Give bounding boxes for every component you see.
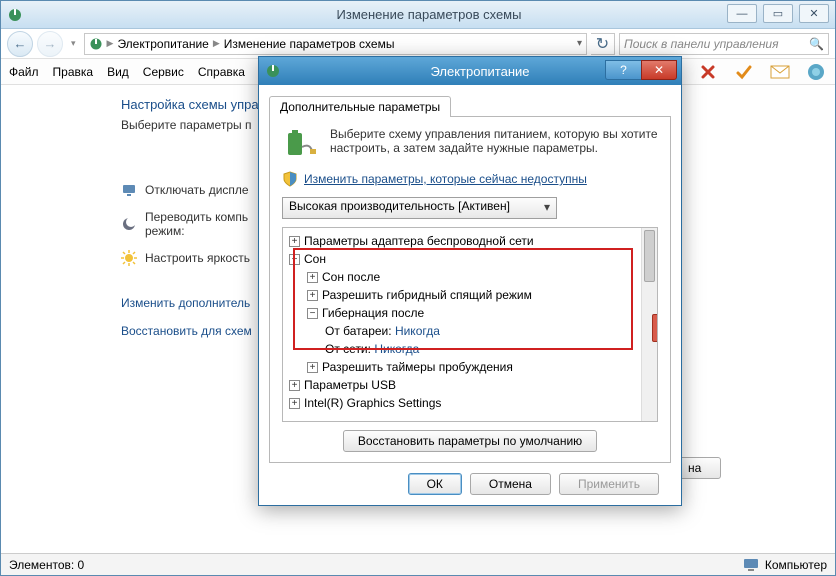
close-button[interactable]: ✕ (799, 4, 829, 23)
tree-item[interactable]: Параметры адаптера беспроводной сети (304, 234, 534, 248)
window-titlebar[interactable]: Изменение параметров схемы — ▭ ✕ (1, 1, 835, 29)
tree-label: От сети: (325, 342, 371, 356)
maximize-button[interactable]: ▭ (763, 4, 793, 23)
brightness-icon (121, 250, 137, 266)
scrollbar-handle[interactable] (652, 314, 658, 342)
battery-plug-icon (282, 127, 318, 161)
moon-icon (121, 216, 137, 232)
link-change-unavailable[interactable]: Изменить параметры, которые сейчас недос… (304, 172, 587, 186)
dialog-titlebar[interactable]: Электропитание ? ✕ (259, 57, 681, 85)
cancel-button[interactable]: Отмена (470, 473, 551, 495)
power-options-dialog: Электропитание ? ✕ Дополнительные параме… (258, 56, 682, 506)
tree-label: От батареи: (325, 324, 392, 338)
setting-display-off: Отключать диспле (145, 183, 249, 197)
expand-icon[interactable]: + (307, 362, 318, 373)
menu-help[interactable]: Справка (198, 65, 245, 79)
menu-service[interactable]: Сервис (143, 65, 184, 79)
settings-tree-container: +Параметры адаптера беспроводной сети −С… (282, 227, 658, 422)
tab-panel: Выберите схему управления питанием, кото… (269, 116, 671, 463)
status-count: Элементов: 0 (9, 558, 84, 572)
tree-value-plugged[interactable]: Никогда (374, 342, 419, 356)
search-placeholder: Поиск в панели управления (624, 37, 779, 51)
nav-bar: ← → ▾ ▶ Электропитание ▶ Изменение парам… (1, 29, 835, 59)
menu-file[interactable]: Файл (9, 65, 39, 79)
settings-tree[interactable]: +Параметры адаптера беспроводной сети −С… (283, 228, 657, 418)
breadcrumb-item[interactable]: Изменение параметров схемы (224, 37, 395, 51)
tab-strip: Дополнительные параметры (269, 93, 671, 117)
setting-brightness: Настроить яркость (145, 251, 250, 265)
help-button[interactable]: ? (605, 60, 641, 80)
power-icon (89, 37, 103, 51)
chevron-right-icon: ▶ (213, 38, 220, 49)
delete-icon[interactable] (697, 62, 719, 82)
tree-item[interactable]: Сон после (322, 270, 380, 284)
search-icon[interactable]: 🔍 (809, 37, 824, 51)
breadcrumb-item[interactable]: Электропитание (117, 37, 208, 51)
tree-item[interactable]: Intel(R) Graphics Settings (304, 396, 441, 410)
power-icon (7, 7, 23, 23)
menu-view[interactable]: Вид (107, 65, 129, 79)
search-input[interactable]: Поиск в панели управления 🔍 (619, 33, 829, 55)
check-icon[interactable] (733, 62, 755, 82)
tree-item-sleep[interactable]: Сон (304, 252, 326, 266)
status-label: Компьютер (765, 558, 827, 572)
ok-button[interactable]: ОК (408, 473, 462, 495)
shield-icon (282, 171, 298, 187)
scrollbar-thumb[interactable] (644, 230, 655, 282)
history-dropdown-icon[interactable]: ▾ (71, 38, 76, 49)
minimize-button[interactable]: — (727, 4, 757, 23)
expand-icon[interactable]: + (289, 398, 300, 409)
dialog-description: Выберите схему управления питанием, кото… (330, 127, 658, 161)
restore-defaults-button[interactable]: Восстановить параметры по умолчанию (343, 430, 597, 452)
menu-edit[interactable]: Правка (53, 65, 94, 79)
refresh-button[interactable]: ↻ (591, 33, 615, 55)
tab-advanced[interactable]: Дополнительные параметры (269, 96, 451, 117)
tree-item[interactable]: Разрешить таймеры пробуждения (322, 360, 513, 374)
back-button[interactable]: ← (7, 31, 33, 57)
chevron-right-icon: ▶ (107, 38, 114, 49)
tree-item[interactable]: Разрешить гибридный спящий режим (322, 288, 532, 302)
status-bar: Элементов: 0 Компьютер (1, 553, 835, 575)
shell-icon[interactable] (805, 62, 827, 82)
tree-item[interactable]: Параметры USB (304, 378, 396, 392)
collapse-icon[interactable]: − (307, 308, 318, 319)
computer-icon (743, 558, 759, 572)
scrollbar[interactable] (641, 228, 657, 421)
tree-item-hibernate[interactable]: Гибернация после (322, 306, 424, 320)
expand-icon[interactable]: + (307, 290, 318, 301)
breadcrumb[interactable]: ▶ Электропитание ▶ Изменение параметров … (84, 33, 587, 55)
expand-icon[interactable]: + (307, 272, 318, 283)
tree-value-battery[interactable]: Никогда (395, 324, 440, 338)
chevron-down-icon[interactable]: ▾ (577, 38, 582, 49)
display-icon (121, 182, 137, 198)
expand-icon[interactable]: + (289, 236, 300, 247)
collapse-icon[interactable]: − (289, 254, 300, 265)
expand-icon[interactable]: + (289, 380, 300, 391)
power-icon (265, 63, 281, 79)
forward-button[interactable]: → (37, 31, 63, 57)
mail-icon[interactable] (769, 62, 791, 82)
close-button[interactable]: ✕ (641, 60, 677, 80)
power-plan-dropdown[interactable]: Высокая производительность [Активен] (282, 197, 557, 219)
window-title: Изменение параметров схемы (29, 7, 829, 22)
setting-sleep: Переводить компьрежим: (145, 210, 248, 238)
apply-button[interactable]: Применить (559, 473, 659, 495)
